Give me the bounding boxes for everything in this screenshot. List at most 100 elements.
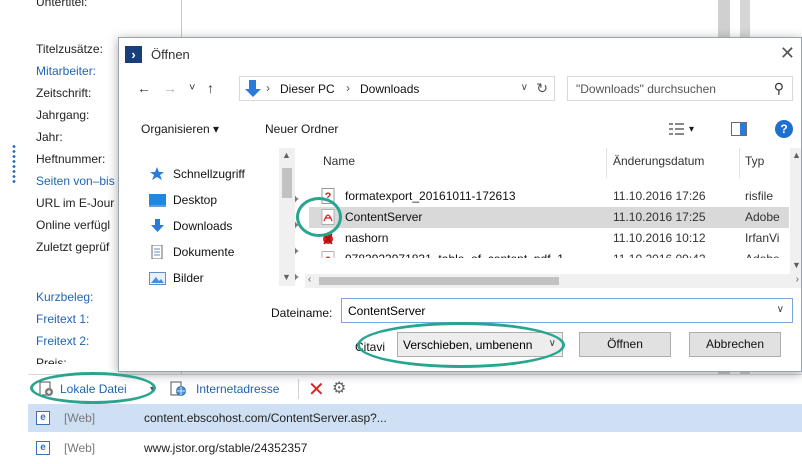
tree-scrollbar[interactable]: ▲ ▼ (279, 148, 295, 286)
field-label: Jahr: (36, 130, 63, 144)
breadcrumb-separator: › (346, 81, 350, 95)
field-label: Preis: (36, 356, 67, 364)
search-input[interactable]: "Downloads" durchsuchen ⚲ (567, 76, 793, 101)
chevron-left-icon[interactable]: ‹ (308, 274, 311, 285)
star-icon (150, 167, 164, 180)
preview-pane-icon[interactable] (731, 122, 747, 136)
downloads-arrow-icon (245, 80, 261, 98)
field-label: Heftnummer: (36, 152, 106, 166)
chevron-up-icon[interactable]: ▲ (282, 150, 291, 160)
close-icon[interactable]: ✕ (780, 44, 795, 62)
delete-icon[interactable]: ✕ (308, 377, 325, 402)
up-button[interactable]: ↑ (207, 79, 214, 97)
filename-input[interactable]: ContentServer ∨ (341, 298, 793, 323)
file-date: 11.10.2016 17:25 (613, 210, 706, 224)
field-label: Online verfügl (36, 218, 111, 232)
web-address-icon (170, 381, 186, 396)
file-action-select[interactable]: Verschieben, umbenenn ∨ (397, 332, 563, 357)
pictures-icon (149, 272, 166, 285)
scroll-thumb[interactable] (282, 168, 292, 198)
file-type: Adobe (745, 252, 780, 258)
refresh-icon[interactable]: ↻ (536, 80, 548, 97)
navigation-bar: ← → ˅ ↑ › Dieser PC › Downloads ∨ ↻ "Dow… (119, 76, 801, 102)
attachment-kind: [Web] (64, 441, 96, 455)
file-row[interactable]: ? formatexport_20161011-172613 11.10.2016 … (309, 186, 789, 207)
citavi-logo-icon: › (125, 46, 142, 63)
field-label[interactable]: Seiten von–bis (36, 174, 115, 188)
chevron-down-icon[interactable]: ∨ (777, 304, 784, 315)
address-bar[interactable]: › Dieser PC › Downloads ∨ ↻ (239, 76, 555, 101)
citavi-action-label: Citavi (355, 340, 386, 354)
web-address-button[interactable]: Internetadresse (196, 382, 279, 396)
navigation-tree: Schnellzugriff Desktop ✦ Downloads ✦ Dok… (119, 152, 300, 286)
help-icon[interactable]: ? (775, 120, 793, 138)
field-label[interactable]: Mitarbeiter: (36, 64, 96, 78)
new-folder-button[interactable]: Neuer Ordner (265, 122, 338, 136)
filename-label: Dateiname: (271, 306, 333, 320)
local-file-icon (39, 381, 53, 396)
documents-icon (151, 245, 163, 259)
local-file-button[interactable]: Lokale Datei (60, 382, 127, 396)
scroll-thumb[interactable] (319, 277, 559, 285)
command-bar: Organisieren ▾ Neuer Ordner ▾ ? (119, 116, 801, 142)
field-label: Jahrgang: (36, 108, 90, 122)
file-row[interactable]: ContentServer 11.10.2016 17:25 Adobe (309, 207, 789, 228)
splitter-grip[interactable] (12, 144, 16, 184)
attachment-address: www.jstor.org/stable/24352357 (144, 441, 308, 455)
forward-button[interactable]: → (163, 79, 177, 97)
pdf-file-icon (321, 209, 335, 225)
field-label: URL im E-Jour (36, 196, 115, 210)
recent-locations-button[interactable]: ˅ (189, 79, 195, 97)
field-label-untertitel: Untertitel: (36, 0, 88, 9)
svg-text:?: ? (325, 191, 332, 203)
cancel-button[interactable]: Abbrechen (689, 332, 781, 357)
column-divider[interactable] (739, 148, 740, 178)
tree-item-label: Downloads (173, 219, 233, 233)
breadcrumb-downloads[interactable]: Downloads (360, 82, 419, 96)
breadcrumb-separator: › (266, 81, 270, 95)
file-name: nashorn (345, 231, 389, 245)
column-header-name[interactable]: Name (323, 154, 355, 168)
chevron-up-icon[interactable]: ▲ (792, 150, 801, 160)
organize-button[interactable]: Organisieren ▾ (141, 122, 219, 136)
chevron-down-icon[interactable]: ∨ (521, 82, 528, 93)
file-type: IrfanVi (745, 231, 780, 245)
tree-item-label: Desktop (173, 193, 218, 207)
web-document-icon: e (36, 441, 50, 455)
download-icon (151, 219, 164, 232)
breadcrumb-this-pc[interactable]: Dieser PC (280, 82, 335, 96)
tree-item-label: Dokumente (173, 245, 235, 259)
dialog-title: Öffnen (151, 47, 190, 62)
chevron-down-icon[interactable]: ▼ (282, 272, 291, 282)
file-action-value: Verschieben, umbenenn (403, 338, 533, 352)
dialog-title-bar: › Öffnen ✕ (119, 38, 801, 70)
file-list-scrollbar[interactable]: ▲ ▼ (790, 148, 801, 274)
attachment-row[interactable]: e [Web] content.ebscohost.com/ContentSer… (28, 404, 802, 432)
gear-icon[interactable]: ⚙ (332, 378, 346, 398)
field-label[interactable]: Freitext 2: (36, 334, 89, 348)
chevron-right-icon[interactable]: › (796, 274, 799, 285)
horizontal-scrollbar[interactable]: ‹ › (305, 274, 801, 288)
view-options-icon[interactable] (669, 122, 685, 136)
file-date: 11.10.2016 17:26 (613, 189, 706, 203)
column-header-type[interactable]: Typ (745, 154, 764, 168)
file-row[interactable]: nashorn 11.10.2016 10:12 IrfanVi (309, 228, 789, 249)
search-placeholder: "Downloads" durchsuchen (576, 82, 716, 96)
field-label[interactable]: Kurzbeleg: (36, 290, 93, 304)
pdf-file-icon (321, 251, 335, 258)
field-label[interactable]: Freitext 1: (36, 312, 89, 326)
open-file-dialog: › Öffnen ✕ ← → ˅ ↑ › Dieser PC › Downloa… (118, 37, 802, 372)
field-label: Zuletzt geprüf (36, 240, 110, 254)
file-row[interactable]: 9783923971831_table_of_content_pdf_1 11.1… (309, 249, 789, 258)
search-icon: ⚲ (773, 80, 784, 96)
attachment-row[interactable]: e [Web] www.jstor.org/stable/24352357 (28, 434, 802, 462)
column-header-date[interactable]: Änderungsdatum (613, 154, 704, 168)
tree-item-label: Bilder (173, 271, 204, 285)
chevron-down-icon[interactable]: ▾ (150, 384, 155, 395)
back-button[interactable]: ← (137, 79, 151, 97)
chevron-down-icon[interactable]: ▾ (689, 124, 694, 135)
chevron-down-icon[interactable]: ▼ (792, 260, 801, 270)
open-button[interactable]: Öffnen (579, 332, 671, 357)
file-name: ContentServer (345, 210, 423, 224)
column-divider[interactable] (606, 148, 607, 178)
